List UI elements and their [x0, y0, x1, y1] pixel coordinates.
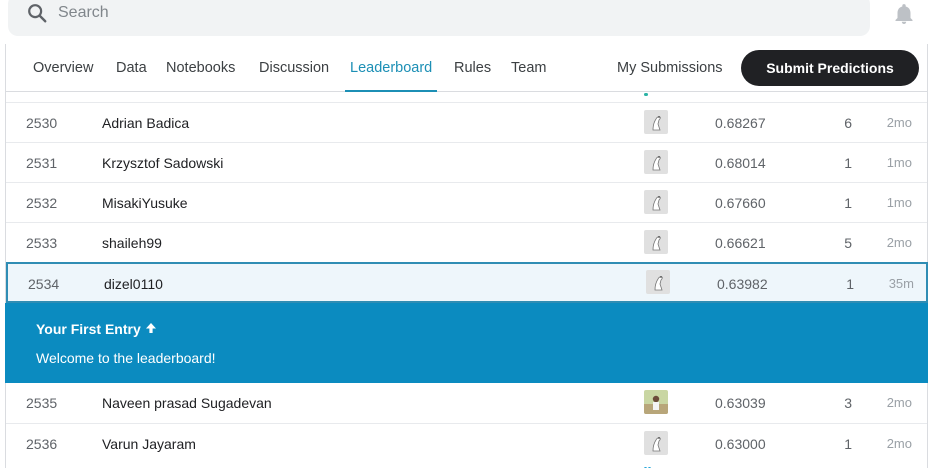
- avatar[interactable]: [644, 110, 668, 134]
- table-row-current-user[interactable]: 2534 dizel0110 0.63982 1 35m: [6, 262, 928, 308]
- tab-my-submissions[interactable]: My Submissions: [617, 44, 723, 92]
- first-entry-banner: Your First Entry Welcome to the leaderbo…: [5, 303, 928, 383]
- score: 0.68014: [715, 155, 766, 171]
- search-bar[interactable]: [8, 0, 870, 36]
- rank: 2532: [26, 195, 58, 211]
- entries-count: 1: [846, 276, 854, 292]
- team-name[interactable]: Varun Jayaram: [102, 424, 196, 464]
- team-member-dots: [646, 295, 650, 308]
- entries-count: 1: [844, 155, 852, 171]
- table-row[interactable]: 2532 MisakiYusuke 0.67660 1 1mo: [6, 182, 927, 229]
- tab-leaderboard[interactable]: Leaderboard: [344, 44, 438, 92]
- tab-team[interactable]: Team: [511, 44, 546, 92]
- last-submission: 2mo: [886, 395, 912, 410]
- banner-title: Your First Entry: [36, 321, 157, 337]
- team-name[interactable]: Adrian Badica: [102, 103, 189, 143]
- rank: 2530: [26, 115, 58, 131]
- banner-subtitle: Welcome to the leaderboard!: [36, 350, 216, 366]
- score: 0.63982: [717, 276, 768, 292]
- team-member-dots: [644, 256, 648, 269]
- last-submission: 2mo: [886, 436, 912, 451]
- table-row[interactable]: 2533 shaileh99 0.66621 5 2mo: [6, 222, 927, 269]
- rank: 2533: [26, 235, 58, 251]
- tab-notebooks[interactable]: Notebooks: [166, 44, 235, 92]
- last-submission: 1mo: [886, 195, 912, 210]
- tab-discussion[interactable]: Discussion: [259, 44, 329, 92]
- entries-count: 6: [844, 115, 852, 131]
- entries-count: 3: [844, 395, 852, 411]
- submit-predictions-button[interactable]: Submit Predictions: [741, 50, 919, 86]
- arrow-up-icon: [145, 323, 156, 333]
- rank: 2535: [26, 395, 58, 411]
- team-name[interactable]: shaileh99: [102, 223, 162, 263]
- avatar[interactable]: [644, 150, 668, 174]
- team-member-dots: [644, 416, 652, 429]
- leaderboard-panel: Overview Data Notebooks Discussion Leade…: [5, 44, 928, 468]
- bell-icon[interactable]: [892, 2, 916, 26]
- rank: 2536: [26, 436, 58, 452]
- tab-overview[interactable]: Overview: [33, 44, 93, 92]
- last-submission: 35m: [888, 276, 914, 291]
- score: 0.66621: [715, 235, 766, 251]
- table-row[interactable]: 2536 Varun Jayaram 0.63000 1 2mo: [6, 423, 927, 468]
- tab-bar: Overview Data Notebooks Discussion Leade…: [6, 44, 927, 92]
- team-member-dots: [644, 176, 648, 189]
- avatar[interactable]: [644, 230, 668, 254]
- tab-data[interactable]: Data: [116, 44, 147, 92]
- team-name[interactable]: dizel0110: [104, 264, 163, 304]
- team-name[interactable]: Naveen prasad Sugadevan: [102, 383, 272, 423]
- team-member-dots: [644, 136, 648, 149]
- last-submission: 1mo: [886, 155, 912, 170]
- avatar[interactable]: [644, 390, 668, 414]
- last-submission: 2mo: [886, 115, 912, 130]
- team-name[interactable]: MisakiYusuke: [102, 183, 188, 223]
- entries-count: 5: [844, 235, 852, 251]
- entries-count: 1: [844, 195, 852, 211]
- last-submission: 2mo: [886, 235, 912, 250]
- avatar[interactable]: [644, 431, 668, 455]
- search-input[interactable]: [58, 0, 838, 26]
- table-row[interactable]: 2530 Adrian Badica 0.68267 6 2mo: [6, 102, 927, 149]
- score: 0.67660: [715, 195, 766, 211]
- score: 0.63039: [715, 395, 766, 411]
- rank: 2534: [28, 276, 60, 292]
- table-row[interactable]: 2531 Krzysztof Sadowski 0.68014 1 1mo: [6, 142, 927, 189]
- tab-rules[interactable]: Rules: [454, 44, 491, 92]
- team-name[interactable]: Krzysztof Sadowski: [102, 143, 223, 183]
- team-member-dots: [644, 457, 652, 468]
- avatar[interactable]: [646, 270, 670, 294]
- team-indicator: [644, 93, 648, 96]
- score: 0.63000: [715, 436, 766, 452]
- entries-count: 1: [844, 436, 852, 452]
- table-row[interactable]: 2535 Naveen prasad Sugadevan 0.63039 3 2…: [6, 383, 927, 429]
- avatar[interactable]: [644, 190, 668, 214]
- rank: 2531: [26, 155, 58, 171]
- score: 0.68267: [715, 115, 766, 131]
- search-icon: [28, 4, 47, 23]
- team-member-dots: [644, 216, 648, 229]
